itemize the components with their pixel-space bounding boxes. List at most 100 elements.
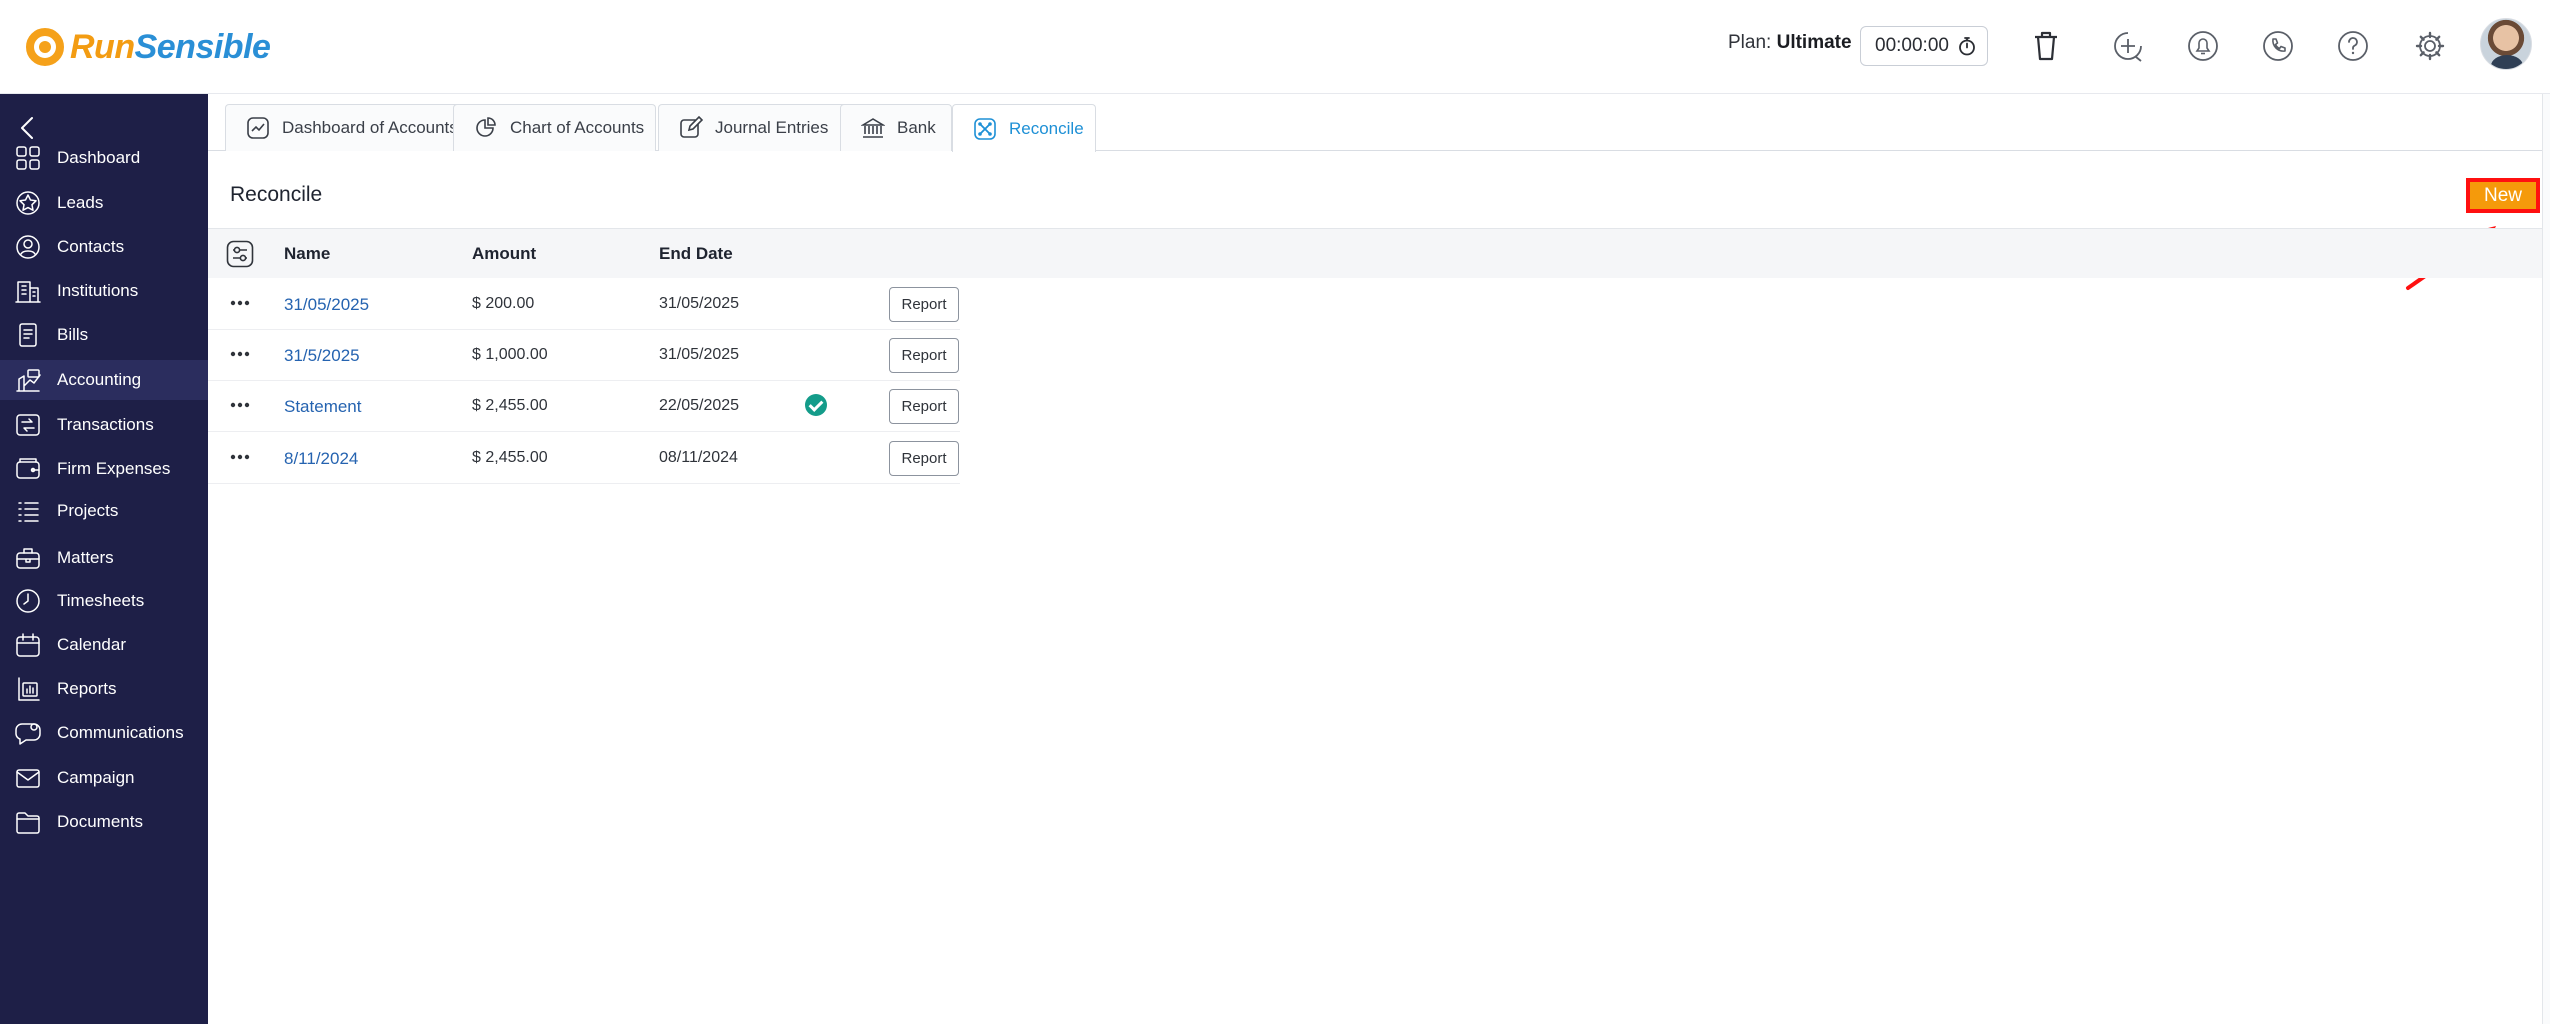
communications-icon (15, 723, 41, 745)
tab-bank[interactable]: Bank (840, 104, 952, 151)
row-actions-icon[interactable] (230, 348, 250, 360)
chart-line-icon (247, 117, 269, 139)
plan-label: Plan: (1728, 32, 1772, 53)
column-settings-icon[interactable] (226, 240, 254, 268)
pie-chart-icon (476, 117, 496, 137)
sidebar-item-timesheets[interactable]: Timesheets (0, 581, 208, 621)
sidebar-item-label: Contacts (57, 237, 125, 256)
sidebar-item-contacts[interactable]: Contacts (0, 227, 208, 267)
plan-value: Ultimate (1776, 32, 1852, 53)
reports-icon (18, 677, 40, 701)
add-time-icon[interactable] (2108, 26, 2148, 66)
sidebar-item-label: Calendar (57, 635, 126, 654)
sidebar-item-firm-expenses[interactable]: Firm Expenses (0, 449, 208, 489)
sidebar-item-transactions[interactable]: Transactions (0, 405, 208, 445)
contacts-icon (16, 235, 40, 259)
report-button[interactable]: Report (889, 441, 959, 476)
bills-icon (19, 323, 37, 347)
amount-cell: $ 200.00 (472, 295, 535, 312)
timer-display[interactable]: 00:00:00 (1860, 26, 1988, 66)
new-reconcile-button[interactable]: New (2466, 178, 2540, 213)
sidebar-item-calendar[interactable]: Calendar (0, 625, 208, 665)
reconcile-name-link[interactable]: 8/11/2024 (284, 449, 358, 469)
top-header: RunSensible Plan: Ultimate 00:00:00 (0, 0, 2550, 94)
row-actions-icon[interactable] (230, 451, 250, 463)
reconcile-name-link[interactable]: Statement (284, 397, 362, 417)
firm-expenses-icon (16, 458, 40, 479)
campaign-icon (16, 769, 40, 788)
end-date-cell: 22/05/2025 (659, 397, 740, 414)
sidebar-item-bills[interactable]: Bills (0, 315, 208, 355)
user-avatar[interactable] (2480, 18, 2532, 70)
tab-label: Reconcile (1009, 118, 1084, 138)
amount-cell: $ 1,000.00 (472, 346, 548, 363)
sidebar-item-label: Documents (57, 812, 143, 831)
sidebar-item-label: Dashboard (57, 148, 141, 167)
projects-icon (18, 502, 39, 522)
logo-text: RunSensible (70, 27, 271, 66)
help-icon[interactable] (2333, 26, 2373, 66)
sidebar-item-leads[interactable]: Leads (0, 183, 208, 223)
institutions-icon (15, 281, 41, 303)
table-row: 31/05/2025 $ 200.00 31/05/2025 Report (208, 279, 960, 330)
sidebar-item-institutions[interactable]: Institutions (0, 271, 208, 311)
sidebar: Dashboard Leads Contacts Institutions Bills A… (0, 94, 208, 1024)
runsensible-logo[interactable]: RunSensible (26, 24, 271, 70)
sidebar-item-documents[interactable]: Documents (0, 802, 208, 842)
app-root: RunSensible Plan: Ultimate 00:00:00 Dash… (0, 0, 2550, 1024)
phone-icon[interactable] (2258, 26, 2298, 66)
trash-icon[interactable] (2026, 26, 2066, 66)
sidebar-item-label: Matters (57, 548, 114, 567)
tab-label: Journal Entries (715, 118, 829, 137)
plan-indicator: Plan: Ultimate (1728, 32, 1852, 54)
sidebar-item-label: Transactions (57, 415, 154, 434)
transactions-icon (16, 414, 40, 436)
sidebar-item-label: Institutions (57, 281, 139, 300)
report-button[interactable]: Report (889, 338, 959, 373)
sidebar-item-campaign[interactable]: Campaign (0, 758, 208, 798)
bank-icon (861, 118, 885, 138)
sidebar-item-label: Bills (57, 325, 89, 344)
scrollbar[interactable] (2542, 94, 2550, 1024)
logo-mark-icon (26, 28, 64, 66)
tab-reconcile[interactable]: Reconcile (952, 104, 1096, 152)
end-date-cell: 31/05/2025 (659, 295, 740, 312)
end-date-cell: 31/05/2025 (659, 346, 740, 363)
dashboard-icon (16, 146, 40, 170)
tab-chart-of-accounts[interactable]: Chart of Accounts (453, 104, 656, 151)
sidebar-item-label: Campaign (57, 768, 135, 787)
tab-label: Bank (897, 118, 936, 137)
sidebar-item-accounting[interactable]: Accounting (0, 360, 208, 400)
reconcile-name-link[interactable]: 31/5/2025 (284, 346, 360, 366)
report-button[interactable]: Report (889, 389, 959, 424)
page-title: Reconcile (230, 183, 323, 206)
sidebar-item-dashboard[interactable]: Dashboard (0, 138, 208, 178)
settings-icon[interactable] (2410, 26, 2450, 66)
row-actions-icon[interactable] (230, 399, 250, 411)
reconcile-name-link[interactable]: 31/05/2025 (284, 295, 369, 315)
column-header-end-date[interactable]: End Date (659, 244, 733, 264)
reconcile-icon (974, 117, 996, 140)
sidebar-item-projects[interactable]: Projects (0, 491, 208, 531)
sidebar-item-communications[interactable]: Communications (0, 713, 208, 753)
column-header-name[interactable]: Name (284, 244, 330, 264)
notifications-icon[interactable] (2183, 26, 2223, 66)
leads-icon (16, 191, 40, 215)
amount-cell: $ 2,455.00 (472, 449, 548, 466)
sidebar-item-label: Communications (57, 723, 184, 742)
timesheets-icon (16, 589, 40, 613)
sidebar-item-label: Timesheets (57, 591, 145, 610)
sidebar-item-label: Leads (57, 193, 104, 212)
sidebar-item-reports[interactable]: Reports (0, 669, 208, 709)
sidebar-item-label: Projects (57, 501, 119, 520)
report-button[interactable]: Report (889, 287, 959, 322)
table-row: 8/11/2024 $ 2,455.00 08/11/2024 Report (208, 433, 960, 484)
column-header-amount[interactable]: Amount (472, 244, 536, 264)
tab-dashboard-of-accounts[interactable]: Dashboard of Accounts (225, 104, 462, 151)
row-actions-icon[interactable] (230, 297, 250, 309)
tab-journal-entries[interactable]: Journal Entries (658, 104, 848, 151)
table-header: Name Amount End Date (208, 228, 2542, 278)
sidebar-item-matters[interactable]: Matters (0, 538, 208, 578)
sidebar-item-label: Reports (57, 679, 117, 698)
edit-icon (680, 116, 703, 138)
